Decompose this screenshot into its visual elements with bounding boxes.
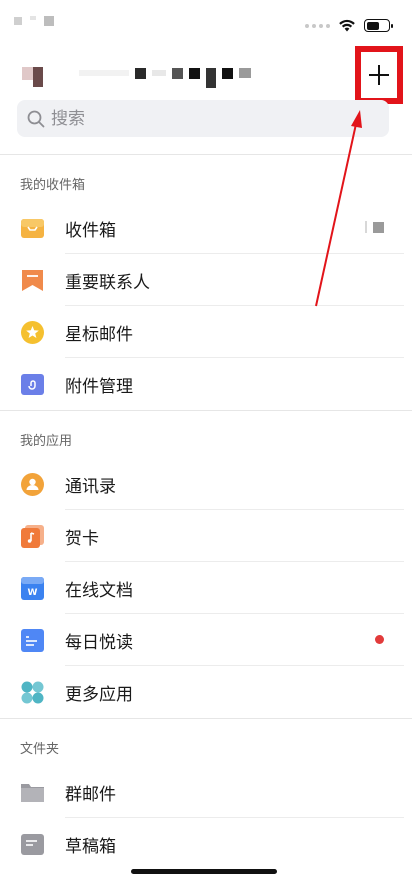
bookmark-ribbon-icon: [22, 270, 43, 291]
menu-item-label: 更多应用: [65, 685, 133, 705]
home-indicator: [131, 869, 277, 874]
divider: [0, 718, 412, 719]
search-bar[interactable]: [17, 100, 389, 137]
add-button[interactable]: [361, 52, 397, 98]
music-card-icon: [21, 525, 44, 548]
paperclip-icon: [21, 374, 44, 395]
menu-item-label: 在线文档: [65, 581, 133, 601]
word-doc-icon: W: [21, 577, 44, 600]
unread-count-obscured: [365, 221, 384, 233]
inbox-tray-icon: [21, 219, 44, 238]
draft-icon: [21, 834, 44, 855]
menu-item-label: 贺卡: [65, 529, 99, 549]
menu-item-inbox[interactable]: 收件箱: [0, 202, 412, 254]
menu-item-label: 群邮件: [65, 785, 116, 805]
menu-item-label: 每日悦读: [65, 633, 133, 653]
svg-text:W: W: [28, 588, 38, 598]
folder-icon: [21, 784, 44, 802]
status-bar: [0, 0, 412, 50]
divider: [0, 410, 412, 411]
search-icon: [27, 110, 45, 127]
status-time-obscured: [14, 16, 54, 26]
menu-item-drafts[interactable]: 草稿箱: [0, 818, 412, 870]
signal-icon: [305, 23, 330, 28]
menu-item-label: 重要联系人: [65, 273, 150, 293]
more-apps-icon: [21, 681, 44, 704]
section-title-folders: 文件夹: [20, 742, 60, 757]
menu-item-label: 收件箱: [65, 221, 116, 241]
new-badge-dot: [375, 635, 384, 644]
menu-item-attachments[interactable]: 附件管理: [0, 358, 412, 410]
battery-icon: [364, 19, 393, 32]
menu-item-greeting-cards[interactable]: 贺卡: [0, 510, 412, 562]
divider: [0, 154, 412, 155]
section-title-inbox: 我的收件箱: [20, 178, 86, 193]
menu-item-starred[interactable]: 星标邮件: [0, 306, 412, 358]
menu-item-daily-reading[interactable]: 每日悦读: [0, 614, 412, 666]
menu-item-label: 星标邮件: [65, 325, 133, 345]
menu-item-group-mail[interactable]: 群邮件: [0, 766, 412, 818]
menu-item-label: 草稿箱: [65, 837, 116, 857]
status-indicators: [305, 19, 393, 32]
account-name-obscured: [22, 58, 251, 88]
contacts-icon: [21, 473, 44, 496]
menu-item-online-docs[interactable]: W 在线文档: [0, 562, 412, 614]
menu-item-more-apps[interactable]: 更多应用: [0, 666, 412, 718]
header: [0, 52, 412, 96]
section-title-apps: 我的应用: [20, 434, 73, 449]
menu-item-contacts[interactable]: 通讯录: [0, 458, 412, 510]
wifi-icon: [339, 19, 355, 32]
plus-icon: [369, 65, 389, 85]
menu-item-label: 附件管理: [65, 377, 133, 397]
star-icon: [21, 321, 44, 344]
reader-icon: [21, 629, 44, 652]
add-button-highlight: [355, 46, 403, 104]
menu-item-label: 通讯录: [65, 477, 116, 497]
menu-item-important-contacts[interactable]: 重要联系人: [0, 254, 412, 306]
search-input[interactable]: [51, 108, 351, 129]
